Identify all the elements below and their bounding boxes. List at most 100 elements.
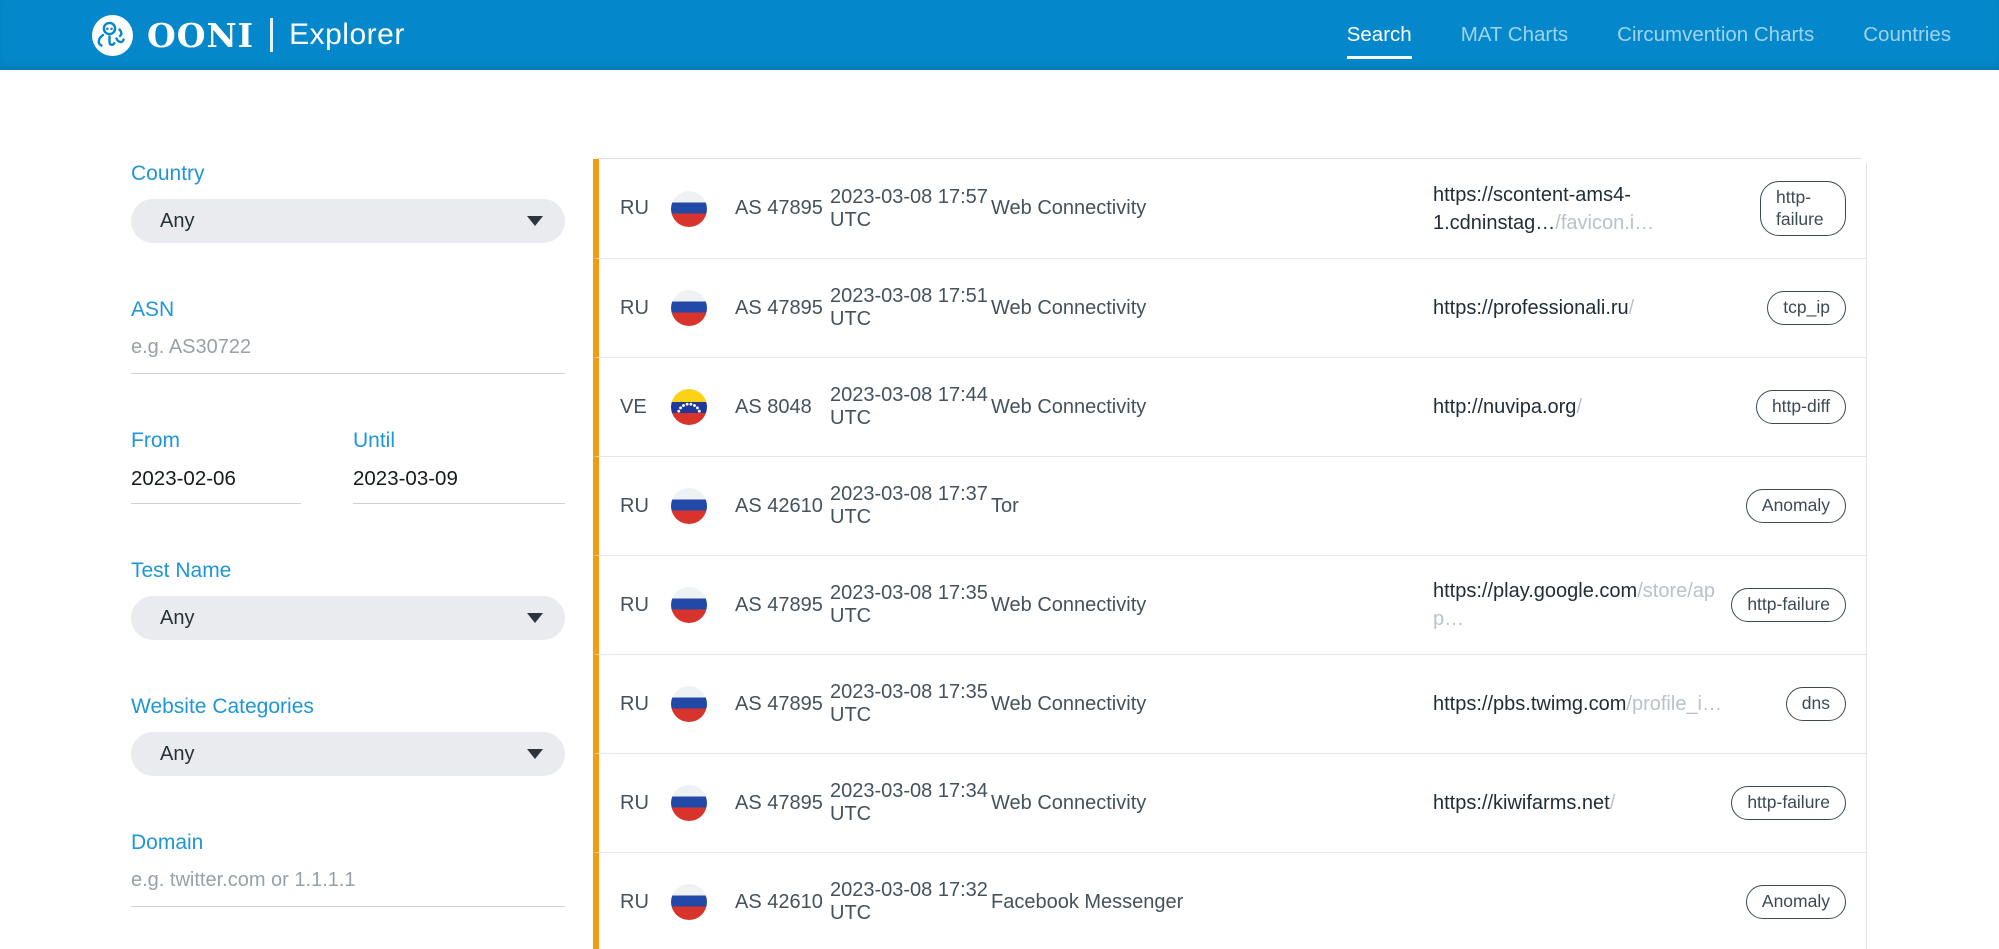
measurement-row[interactable]: VE AS 8048 2023-03-08 17:44 UTC Web Conn… (593, 357, 1866, 456)
from-date-input[interactable] (131, 453, 301, 504)
measurement-time: 2023-03-08 17:35 UTC (830, 582, 991, 628)
country-code: RU (620, 594, 650, 617)
chevron-down-icon (527, 216, 543, 226)
filter-country: Country Any (131, 162, 565, 243)
asn-label: ASN (131, 298, 565, 322)
nav-circumvention-charts[interactable]: Circumvention Charts (1617, 23, 1814, 59)
country-code: RU (620, 297, 650, 320)
url-path: / (1576, 396, 1582, 418)
measurement-url: https://kiwifarms.net/ (1433, 789, 1731, 817)
country-select-value: Any (160, 210, 527, 233)
chevron-down-icon (527, 613, 543, 623)
test-name-select[interactable]: Any (131, 596, 565, 640)
measurement-row[interactable]: RU AS 47895 2023-03-08 17:35 UTC Web Con… (593, 654, 1866, 753)
url-base: https://kiwifarms.net (1433, 792, 1610, 814)
url-path: /profile_i… (1626, 693, 1722, 715)
asn-value: AS 47895 (735, 792, 830, 815)
country-code: RU (620, 495, 650, 518)
nav-mat-charts[interactable]: MAT Charts (1461, 23, 1568, 59)
country-flag-icon (671, 884, 707, 920)
measurement-time: 2023-03-08 17:44 UTC (830, 384, 991, 430)
brand-product: Explorer (289, 18, 405, 52)
nav-search[interactable]: Search (1347, 23, 1412, 59)
country-code: RU (620, 891, 650, 914)
asn-value: AS 8048 (735, 396, 830, 419)
asn-value: AS 47895 (735, 297, 830, 320)
country-code: VE (620, 396, 650, 419)
test-name-select-value: Any (160, 607, 527, 630)
country-code: RU (620, 792, 650, 815)
domain-input[interactable] (131, 857, 565, 907)
measurement-row[interactable]: RU AS 47895 2023-03-08 17:51 UTC Web Con… (593, 258, 1866, 357)
status-badge: http-failure (1760, 181, 1846, 237)
nav-countries[interactable]: Countries (1863, 23, 1951, 59)
until-label: Until (353, 429, 565, 453)
chevron-down-icon (527, 749, 543, 759)
until-date-input[interactable] (353, 453, 565, 504)
asn-value: AS 47895 (735, 197, 830, 220)
test-name: Web Connectivity (991, 197, 1433, 220)
test-name: Web Connectivity (991, 297, 1433, 320)
filter-asn: ASN (131, 298, 565, 374)
measurement-row[interactable]: RU AS 47895 2023-03-08 17:57 UTC Web Con… (593, 159, 1866, 258)
filter-until: Until (353, 429, 565, 504)
test-name: Tor (991, 495, 1433, 518)
measurement-url: https://play.google.com/store/app… (1433, 577, 1731, 633)
measurement-time: 2023-03-08 17:51 UTC (830, 285, 991, 331)
country-flag-icon (671, 686, 707, 722)
country-code: RU (620, 197, 650, 220)
url-path: / (1629, 297, 1635, 319)
asn-input[interactable] (131, 324, 565, 374)
app-header: OONI Explorer Search MAT Charts Circumve… (0, 0, 1999, 70)
measurement-time: 2023-03-08 17:34 UTC (830, 780, 991, 826)
test-name: Web Connectivity (991, 693, 1433, 716)
url-base: http://nuvipa.org (1433, 396, 1576, 418)
website-categories-select[interactable]: Any (131, 732, 565, 776)
country-flag-icon (671, 587, 707, 623)
url-base: https://play.google.com (1433, 580, 1637, 602)
asn-value: AS 42610 (735, 495, 830, 518)
measurement-time: 2023-03-08 17:32 UTC (830, 879, 991, 925)
from-label: From (131, 429, 301, 453)
brand[interactable]: OONI Explorer (92, 15, 405, 56)
measurement-time: 2023-03-08 17:37 UTC (830, 483, 991, 529)
country-code: RU (620, 693, 650, 716)
status-badge: tcp_ip (1767, 291, 1846, 325)
country-flag-icon (671, 290, 707, 326)
asn-value: AS 47895 (735, 693, 830, 716)
main-content: Country Any ASN From Until Test Name Any (0, 70, 1999, 949)
status-badge: http-diff (1756, 390, 1846, 424)
url-base: https://pbs.twimg.com (1433, 693, 1626, 715)
filter-sidebar: Country Any ASN From Until Test Name Any (0, 70, 565, 949)
country-flag-icon (671, 191, 707, 227)
main-nav: Search MAT Charts Circumvention Charts C… (1347, 23, 1951, 47)
asn-value: AS 42610 (735, 891, 830, 914)
test-name: Web Connectivity (991, 396, 1433, 419)
test-name: Web Connectivity (991, 594, 1433, 617)
country-select[interactable]: Any (131, 199, 565, 243)
status-badge: http-failure (1731, 588, 1846, 622)
measurement-row[interactable]: RU AS 42610 2023-03-08 17:32 UTC Faceboo… (593, 852, 1866, 949)
country-label: Country (131, 162, 565, 186)
website-categories-label: Website Categories (131, 695, 565, 719)
measurement-row[interactable]: RU AS 42610 2023-03-08 17:37 UTC Tor Ano… (593, 456, 1866, 555)
measurement-row[interactable]: RU AS 47895 2023-03-08 17:35 UTC Web Con… (593, 555, 1866, 654)
url-path: /favicon.i… (1555, 212, 1654, 234)
asn-value: AS 47895 (735, 594, 830, 617)
country-flag-icon (671, 488, 707, 524)
url-path: / (1610, 792, 1616, 814)
measurement-time: 2023-03-08 17:57 UTC (830, 186, 991, 232)
results-list: RU AS 47895 2023-03-08 17:57 UTC Web Con… (593, 158, 1867, 949)
country-flag-icon (671, 785, 707, 821)
ooni-logo-icon (92, 15, 133, 56)
filter-from: From (131, 429, 301, 504)
measurement-time: 2023-03-08 17:35 UTC (830, 681, 991, 727)
status-badge: dns (1786, 687, 1846, 721)
measurement-row[interactable]: RU AS 47895 2023-03-08 17:34 UTC Web Con… (593, 753, 1866, 852)
test-name: Web Connectivity (991, 792, 1433, 815)
brand-divider (270, 18, 273, 52)
measurement-url: https://pbs.twimg.com/profile_i… (1433, 690, 1786, 718)
filter-domain: Domain (131, 831, 565, 907)
measurement-url: https://scontent-ams4-1.cdninstag…/favic… (1433, 181, 1760, 237)
test-name-label: Test Name (131, 559, 565, 583)
